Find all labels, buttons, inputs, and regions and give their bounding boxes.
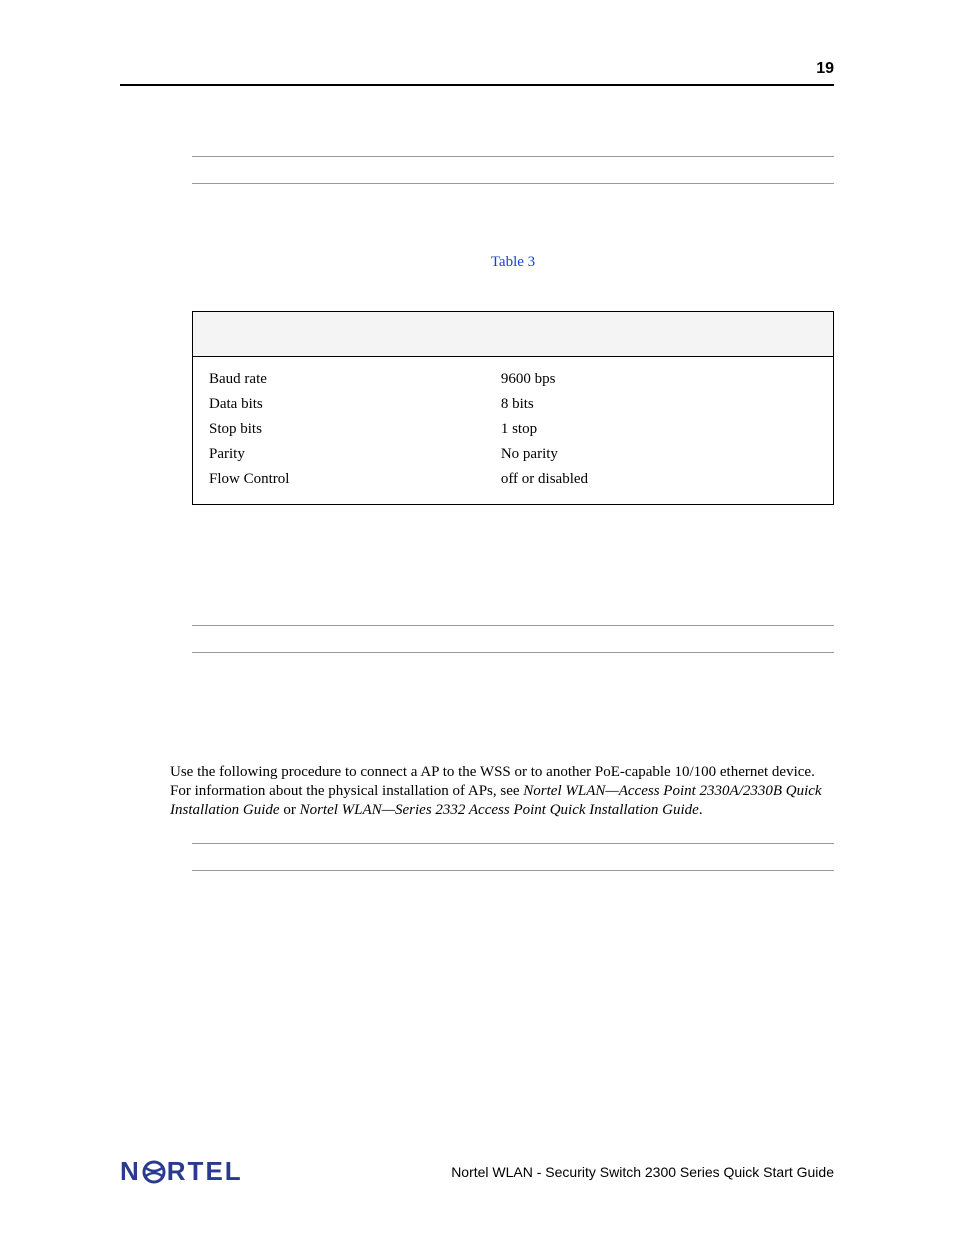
setting-name: Data bits [209,396,501,413]
upper-double-rules [192,156,834,184]
footer-doc-title: Nortel WLAN - Security Switch 2300 Serie… [451,1164,834,1180]
setting-name: Parity [209,446,501,463]
paragraph-mid: or [280,802,300,818]
table-row: Data bits 8 bits [193,392,833,417]
setting-value: off or disabled [501,471,817,488]
table-row: Parity No parity [193,442,833,467]
setting-name: Baud rate [209,371,501,388]
rule [192,870,834,871]
page: 19 Table 3 Baud rate 9600 bps Data bits … [0,0,954,1235]
table-row: Flow Control off or disabled [193,467,833,492]
page-number: 19 [816,60,834,78]
setting-value: 1 stop [501,421,817,438]
table-row: Stop bits 1 stop [193,417,833,442]
rule [192,843,834,844]
logo-text-right: RTEL [167,1156,243,1187]
nortel-logo: N RTEL [120,1156,243,1187]
table-header [193,312,833,357]
top-rule [120,84,834,86]
mid-double-rules [192,625,834,653]
table-body: Baud rate 9600 bps Data bits 8 bits Stop… [193,357,833,504]
lower-double-rules [192,843,834,871]
setting-value: 9600 bps [501,371,817,388]
serial-settings-table: Baud rate 9600 bps Data bits 8 bits Stop… [192,311,834,505]
citation-2: Nortel WLAN—Series 2332 Access Point Qui… [300,802,699,818]
rule [192,652,834,653]
setting-value: 8 bits [501,396,817,413]
paragraph-tail: . [699,802,703,818]
globe-icon [142,1160,166,1184]
ap-connect-paragraph: Use the following procedure to connect a… [170,763,834,819]
footer: N RTEL Nortel WLAN - Security Switch 230… [120,1156,834,1187]
rule [192,156,834,157]
table-row: Baud rate 9600 bps [193,367,833,392]
lower-inner [192,843,834,871]
setting-value: No parity [501,446,817,463]
table-reference-line: Table 3 [192,254,834,271]
content-inner: Table 3 Baud rate 9600 bps Data bits 8 b… [192,156,834,653]
table-reference-link[interactable]: Table 3 [491,254,535,270]
logo-text-left: N [120,1156,141,1187]
rule [192,625,834,626]
rule [192,183,834,184]
setting-name: Flow Control [209,471,501,488]
setting-name: Stop bits [209,421,501,438]
